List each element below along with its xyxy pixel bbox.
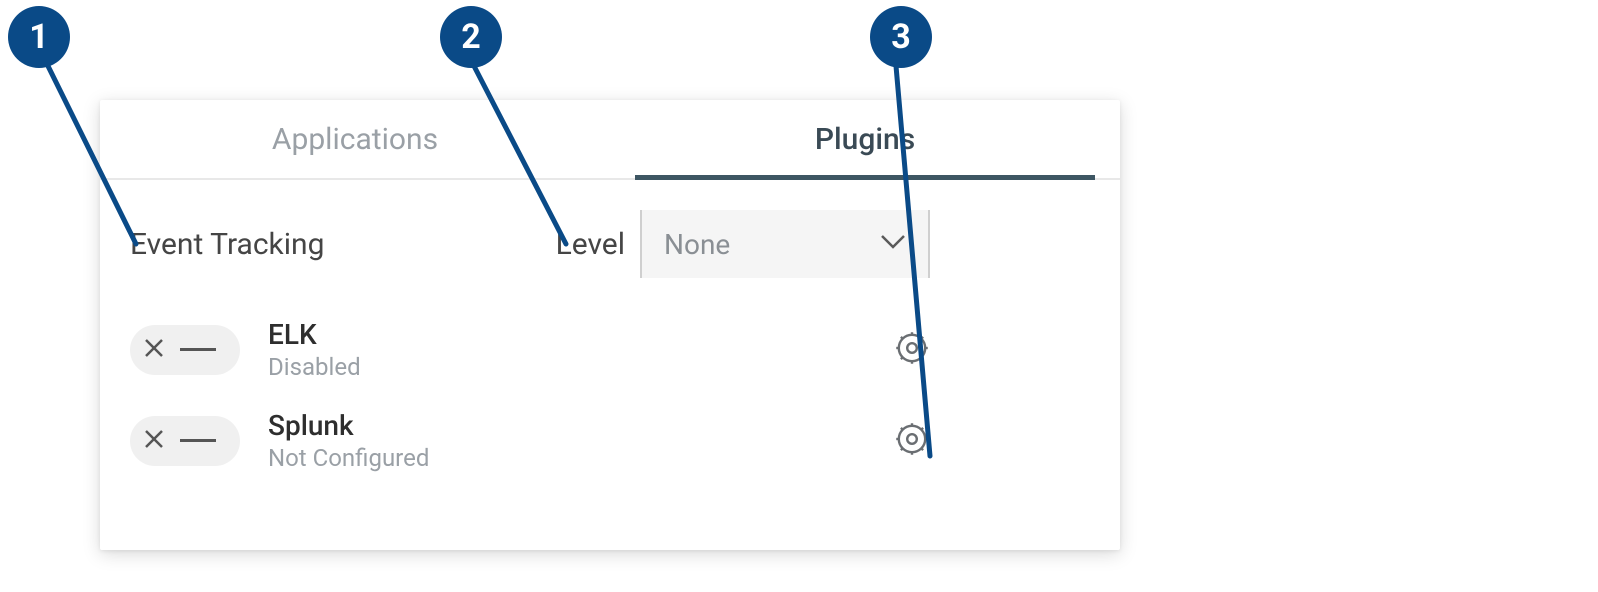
level-dropdown-value: None [664,228,880,261]
level-dropdown[interactable]: None [640,210,930,278]
plugin-list: ELK Disabled [100,288,1120,472]
toggle-elk[interactable] [130,325,240,375]
event-tracking-header-row: Event Tracking Level None [100,180,1120,288]
plugin-row-splunk: Splunk Not Configured [130,409,1090,472]
toggle-bar [180,439,216,442]
x-icon [144,429,164,453]
settings-panel: Applications Plugins Event Tracking Leve… [100,100,1120,550]
x-icon [144,338,164,362]
settings-button-elk[interactable] [894,330,930,370]
plugin-status-splunk: Not Configured [268,444,429,472]
callout-3-label: 3 [891,17,911,57]
plugin-row-elk: ELK Disabled [130,318,1090,381]
tab-applications-label: Applications [272,122,438,157]
tab-plugins[interactable]: Plugins [610,100,1120,178]
callout-1: 1 [8,6,70,68]
callout-1-label: 1 [29,17,49,57]
plugin-text-splunk: Splunk Not Configured [268,409,429,472]
tab-plugins-label: Plugins [815,122,915,157]
callout-3: 3 [870,6,932,68]
callout-2-label: 2 [461,17,481,57]
gear-icon [894,442,930,461]
gear-icon [894,351,930,370]
tabs-bar: Applications Plugins [100,100,1120,180]
callout-2: 2 [440,6,502,68]
plugin-name-elk: ELK [268,318,361,351]
section-title: Event Tracking [130,227,324,262]
chevron-down-icon [880,234,906,254]
plugin-status-elk: Disabled [268,353,361,381]
plugin-name-splunk: Splunk [268,409,429,442]
level-label: Level [556,227,625,262]
toggle-splunk[interactable] [130,416,240,466]
settings-button-splunk[interactable] [894,421,930,461]
plugin-text-elk: ELK Disabled [268,318,361,381]
toggle-bar [180,348,216,351]
tab-applications[interactable]: Applications [100,100,610,178]
